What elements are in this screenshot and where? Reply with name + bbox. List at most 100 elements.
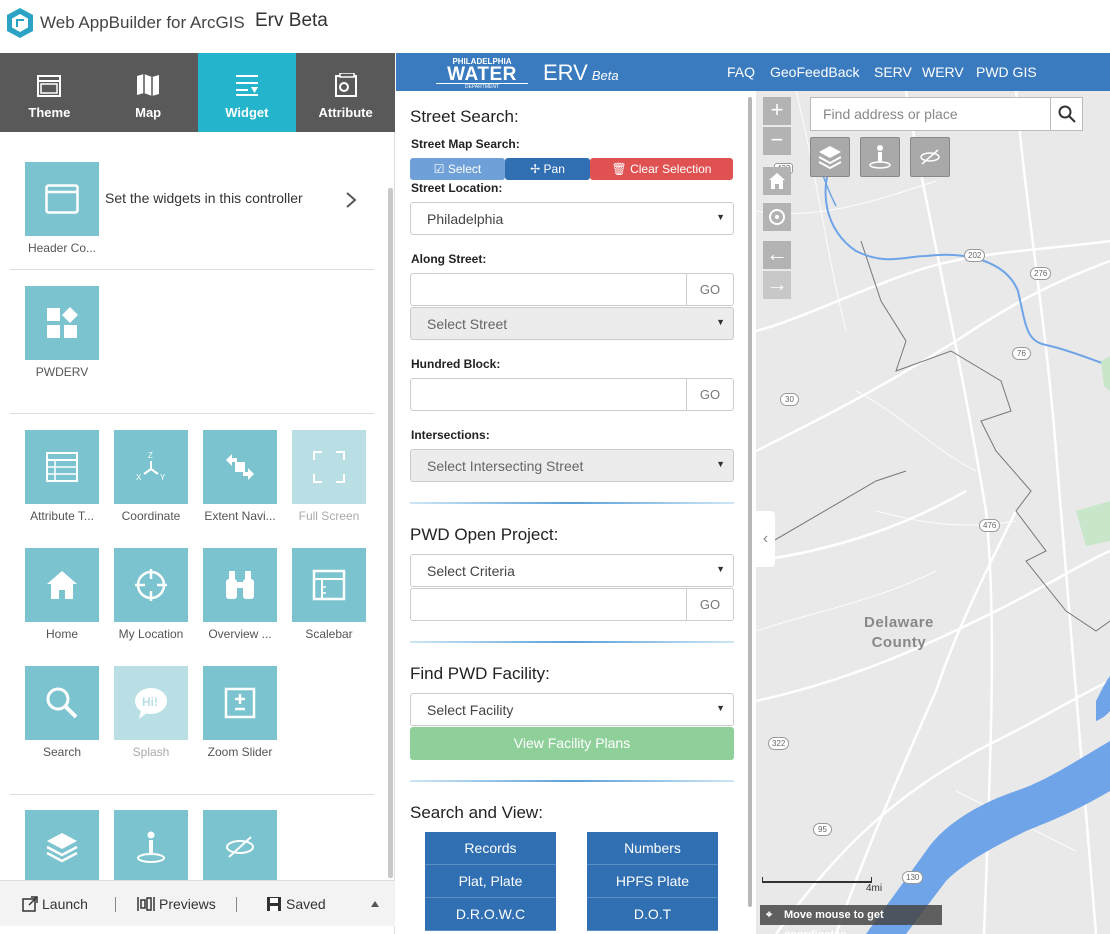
previous-extent-button[interactable]: ← [763,241,791,269]
street-location-label: Street Location: [411,181,503,195]
widget-label: Splash [132,745,170,759]
saved-status[interactable]: Saved [266,896,326,912]
numbers-button[interactable]: Numbers [587,832,718,865]
erv-beta-badge: Beta [591,68,619,83]
route-shield-30: 30 [780,393,799,406]
pan-button[interactable]: ✢ Pan [505,158,590,180]
pwderv-widget-label: PWDERV [35,365,89,379]
route-shield-130: 130 [902,871,924,884]
controller-description: Set the widgets in this controller [105,190,303,206]
faq-link[interactable]: FAQ [727,64,755,80]
zoom-out-button[interactable]: − [763,127,791,155]
my-location-widget-tile[interactable] [114,548,188,622]
draw-widget-tile[interactable] [203,810,277,880]
street-view-tool[interactable] [860,137,900,177]
map-view[interactable]: 422 202 276 76 30 476 322 95 130 + − ← →… [756,91,1110,934]
trash-icon: 🗑 [611,162,627,176]
caret-down-icon: ▼ [716,459,725,469]
header-controller-tile[interactable] [25,162,99,236]
along-street-input[interactable] [410,273,687,306]
widget-label: Zoom Slider [207,745,273,759]
tab-theme[interactable]: Theme [0,53,99,132]
view-facility-plans-button[interactable]: View Facility Plans [410,727,734,760]
chevron-right-icon[interactable] [345,191,357,209]
plat-plate-button[interactable]: Plat, Plate [425,865,556,898]
tab-widget[interactable]: Widget [197,53,297,132]
previews-label: Previews [159,896,216,912]
intersections-label: Intersections: [411,428,490,442]
tab-label: Map [135,105,162,120]
open-project-input[interactable] [410,588,687,621]
builder-bottom-bar: Launch Previews Saved [0,880,395,926]
previews-icon [137,897,155,911]
splash-icon: Hi! [135,688,167,719]
map-search-input[interactable]: Find address or place [810,97,1055,131]
builder-tabs: Theme Map Widget Attribute [0,53,395,132]
overview-map-widget-tile[interactable] [203,548,277,622]
attribute-table-widget-tile[interactable] [25,430,99,504]
open-project-go-button[interactable]: GO [686,588,734,621]
widget-list-scrollbar[interactable] [388,188,393,878]
tab-attribute[interactable]: Attribute [296,53,395,132]
map-search-button[interactable] [1050,97,1083,131]
route-shield-276: 276 [1030,267,1052,280]
extent-navigate-widget-tile[interactable] [203,430,277,504]
along-street-go-button[interactable]: GO [686,273,734,306]
splash-widget-tile[interactable]: Hi! [114,666,188,740]
drowc-button[interactable]: D.R.O.W.C [425,898,556,931]
previews-button[interactable]: Previews [137,896,216,912]
coordinate-widget-tile[interactable]: Z X Y [114,430,188,504]
theme-icon [37,75,62,97]
home-button[interactable] [763,167,791,195]
hundred-block-go-button[interactable]: GO [686,378,734,411]
widget-label: Overview ... [208,627,272,641]
hundred-block-input[interactable] [410,378,687,411]
layers-widget-tile[interactable] [25,810,99,880]
draw-icon [226,836,254,858]
home-widget-tile[interactable] [25,548,99,622]
scalebar-icon [312,569,346,601]
pwderv-widget-tile[interactable] [25,286,99,360]
caret-down-icon: ▼ [716,564,725,574]
collapse-panel-button[interactable]: ‹ [756,511,775,567]
zoom-in-button[interactable]: + [763,97,791,125]
widget-label: Coordinate [121,509,181,523]
werv-link[interactable]: WERV [922,64,964,80]
app-name[interactable]: Erv Beta [255,10,328,32]
draw-tool[interactable] [910,137,950,177]
pwd-gis-link[interactable]: PWD GIS [976,64,1037,80]
coordinate-display[interactable]: ⌖ Move mouse to get coordinates [760,905,942,934]
layer-list-tool[interactable] [810,137,850,177]
scalebar-widget-tile[interactable] [292,548,366,622]
next-extent-button[interactable]: → [763,271,791,299]
extent-navigate-icon [226,454,254,480]
search-panel-scrollbar[interactable] [748,97,752,907]
tab-label: Widget [225,105,269,120]
select-intersecting-street-dropdown[interactable]: Select Intersecting Street ▼ [410,449,734,482]
scalebar-line [762,877,872,883]
tab-map[interactable]: Map [99,53,198,132]
zoom-slider-widget-tile[interactable] [203,666,277,740]
my-location-button[interactable] [763,203,791,231]
street-search-title: Street Search: [410,107,519,126]
select-criteria-dropdown[interactable]: Select Criteria ▼ [410,554,734,587]
hpfs-plate-button[interactable]: HPFS Plate [587,865,718,898]
erv-title: ERV Beta [543,60,619,86]
widget-list[interactable]: Header Co... Set the widgets in this con… [0,132,395,880]
select-street-dropdown[interactable]: Select Street ▼ [410,307,734,340]
search-widget-tile[interactable] [25,666,99,740]
layers-icon [818,146,842,170]
clear-selection-button[interactable]: 🗑 Clear Selection [590,158,733,180]
measure-person-widget-tile[interactable] [114,810,188,880]
launch-button[interactable]: Launch [22,896,88,912]
select-button[interactable]: ☑ Select [410,158,505,180]
select-facility-dropdown[interactable]: Select Facility ▼ [410,693,734,726]
route-shield-322: 322 [768,737,790,750]
caret-up-icon[interactable] [371,901,379,907]
records-button[interactable]: Records [425,832,556,865]
serv-link[interactable]: SERV [874,64,912,80]
dot-button[interactable]: D.O.T [587,898,718,931]
geofeedback-link[interactable]: GeoFeedBack [770,64,860,80]
full-screen-widget-tile[interactable] [292,430,366,504]
street-location-select[interactable]: Philadelphia ▼ [410,202,734,235]
